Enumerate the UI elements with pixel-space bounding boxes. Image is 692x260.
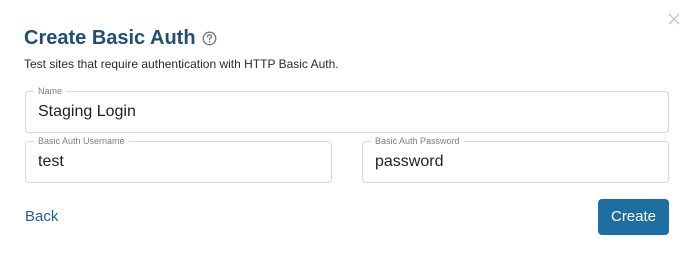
name-field-label: Name (34, 86, 67, 97)
username-input[interactable] (38, 152, 321, 172)
password-field-label: Basic Auth Password (371, 136, 464, 147)
password-input[interactable] (375, 152, 658, 172)
create-button[interactable]: Create (598, 199, 669, 235)
create-basic-auth-dialog: Create Basic Auth Test sites that requir… (0, 0, 692, 260)
help-circle-icon[interactable] (202, 31, 217, 46)
dialog-title: Create Basic Auth (24, 27, 196, 49)
password-field[interactable]: Basic Auth Password (362, 136, 669, 183)
username-field[interactable]: Basic Auth Username (25, 136, 332, 183)
dialog-subtitle: Test sites that require authentication w… (24, 57, 339, 71)
back-link[interactable]: Back (25, 208, 58, 226)
name-field[interactable]: Name (25, 86, 669, 133)
close-icon[interactable] (667, 12, 681, 26)
name-input[interactable] (38, 102, 658, 122)
dialog-header: Create Basic Auth (24, 26, 217, 50)
username-field-label: Basic Auth Username (34, 136, 129, 147)
